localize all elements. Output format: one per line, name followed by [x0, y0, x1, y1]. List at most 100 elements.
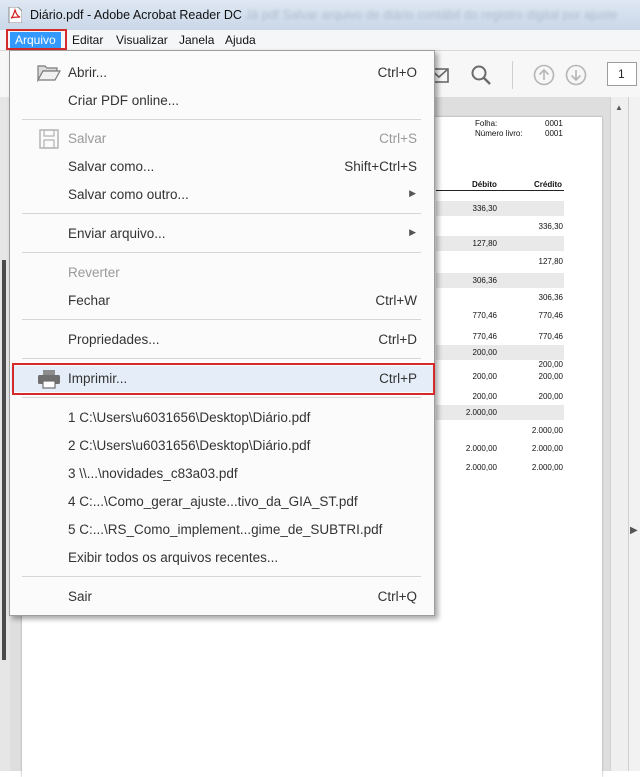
ledger-debito-value: 2.000,00 [465, 408, 497, 417]
menu-item-recent-4[interactable]: 4 C:...\Como_gerar_ajuste...tivo_da_GIA_… [11, 489, 433, 515]
menu-bar: Arquivo Editar Visualizar Janela Ajuda [0, 30, 640, 51]
imprimir-callout-box [12, 363, 435, 395]
menu-item-fechar[interactable]: Fechar Ctrl+W [11, 288, 433, 314]
expand-right-pane-icon[interactable]: ▶ [630, 525, 638, 536]
menu-separator [22, 397, 421, 398]
file-menu: Abrir... Ctrl+O Criar PDF online... Salv… [9, 50, 435, 616]
ledger-credito-value: 2.000,00 [531, 463, 563, 472]
menu-separator [22, 119, 421, 120]
folha-label: Folha: [475, 119, 498, 128]
menu-separator [22, 252, 421, 253]
menu-separator [22, 576, 421, 577]
fechar-label: Fechar [68, 293, 111, 308]
ledger-debito-value: 770,46 [472, 332, 497, 341]
salvar-shortcut: Ctrl+S [379, 131, 417, 146]
ledger-credito-value: 306,36 [538, 293, 563, 302]
menu-item-criar-pdf[interactable]: Criar PDF online... [11, 88, 433, 114]
recent-file-4: 4 C:...\Como_gerar_ajuste...tivo_da_GIA_… [68, 494, 358, 509]
criar-pdf-label: Criar PDF online... [68, 93, 180, 108]
ledger-credito-value: 200,00 [538, 392, 563, 401]
menu-separator [22, 319, 421, 320]
window-title-ghost: Já pdf Salvar arquivo de diário contábil… [245, 8, 618, 22]
page-number-input[interactable]: 1 [607, 62, 637, 86]
folha-value: 0001 [545, 119, 563, 128]
salvar-como-outro-label: Salvar como outro... [68, 187, 189, 202]
recent-file-2: 2 C:\Users\u6031656\Desktop\Diário.pdf [68, 438, 311, 453]
ledger-debito-value: 2.000,00 [465, 444, 497, 453]
ledger-credito-value: 200,00 [538, 372, 563, 381]
enviar-arquivo-label: Enviar arquivo... [68, 226, 166, 241]
ledger-credito-value: 127,80 [538, 257, 563, 266]
menu-item-salvar-como-outro[interactable]: Salvar como outro... ▶ [11, 182, 433, 208]
numero-livro-value: 0001 [545, 129, 563, 138]
menu-item-sair[interactable]: Sair Ctrl+Q [11, 584, 433, 610]
ledger-debito-value: 200,00 [472, 372, 497, 381]
menu-editar[interactable]: Editar [67, 32, 108, 48]
search-icon[interactable] [470, 64, 492, 86]
menu-separator [22, 358, 421, 359]
ledger-credito-value: 2.000,00 [531, 426, 563, 435]
page-down-icon[interactable] [565, 64, 587, 86]
menu-item-reverter[interactable]: Reverter [11, 260, 433, 286]
menu-item-recent-5[interactable]: 5 C:...\RS_Como_implement...gime_de_SUBT… [11, 517, 433, 543]
menu-ajuda[interactable]: Ajuda [220, 32, 261, 48]
menu-item-exibir-recentes[interactable]: Exibir todos os arquivos recentes... [11, 545, 433, 571]
ledger-credito-value: 336,30 [538, 222, 563, 231]
ledger-credito-value: 770,46 [538, 332, 563, 341]
save-icon [39, 129, 59, 149]
title-bar: Diário.pdf - Adobe Acrobat Reader DC Já … [0, 0, 640, 31]
menu-item-recent-1[interactable]: 1 C:\Users\u6031656\Desktop\Diário.pdf [11, 405, 433, 431]
col-credito-header: Crédito [534, 180, 562, 189]
menu-janela[interactable]: Janela [174, 32, 219, 48]
recent-file-5: 5 C:...\RS_Como_implement...gime_de_SUBT… [68, 522, 383, 537]
sair-label: Sair [68, 589, 93, 604]
salvar-label: Salvar [68, 131, 107, 146]
ledger-debito-value: 200,00 [472, 392, 497, 401]
abrir-label: Abrir... [68, 65, 108, 80]
scroll-up-icon[interactable]: ▲ [615, 103, 623, 112]
reverter-label: Reverter [68, 265, 120, 280]
salvar-como-label: Salvar como... [68, 159, 155, 174]
toolbar-separator [512, 61, 513, 89]
menu-item-abrir[interactable]: Abrir... Ctrl+O [11, 60, 433, 86]
left-edge-bar [2, 260, 6, 660]
ledger-debito-value: 306,36 [472, 276, 497, 285]
propriedades-label: Propriedades... [68, 332, 160, 347]
recent-file-1: 1 C:\Users\u6031656\Desktop\Diário.pdf [68, 410, 311, 425]
arquivo-callout-box [6, 29, 67, 50]
col-debito-header: Débito [472, 180, 497, 189]
ledger-debito-value: 2.000,00 [465, 463, 497, 472]
ledger-debito-value: 770,46 [472, 311, 497, 320]
acrobat-pdf-icon [8, 7, 22, 23]
menu-item-propriedades[interactable]: Propriedades... Ctrl+D [11, 327, 433, 353]
menu-item-salvar-como[interactable]: Salvar como... Shift+Ctrl+S [11, 154, 433, 180]
right-pane-collapse[interactable]: ▶ [628, 97, 640, 771]
window-title: Diário.pdf - Adobe Acrobat Reader DC [30, 8, 242, 22]
header-rule [436, 190, 564, 191]
menu-visualizar[interactable]: Visualizar [111, 32, 173, 48]
menu-item-salvar[interactable]: Salvar Ctrl+S [11, 126, 433, 152]
page-up-icon[interactable] [533, 64, 555, 86]
propriedades-shortcut: Ctrl+D [378, 332, 417, 347]
sair-shortcut: Ctrl+Q [377, 589, 417, 604]
fechar-shortcut: Ctrl+W [375, 293, 417, 308]
ledger-debito-value: 127,80 [472, 239, 497, 248]
menu-separator [22, 213, 421, 214]
submenu-arrow-icon: ▶ [409, 227, 416, 237]
folder-open-icon [37, 65, 61, 83]
menu-item-recent-3[interactable]: 3 \\...\novidades_c83a03.pdf [11, 461, 433, 487]
abrir-shortcut: Ctrl+O [377, 65, 417, 80]
ledger-credito-value: 200,00 [538, 360, 563, 369]
ledger-debito-value: 336,30 [472, 204, 497, 213]
menu-item-enviar-arquivo[interactable]: Enviar arquivo... ▶ [11, 221, 433, 247]
vertical-scrollbar[interactable]: ▲ [610, 97, 629, 771]
ledger-credito-value: 770,46 [538, 311, 563, 320]
submenu-arrow-icon: ▶ [409, 188, 416, 198]
numero-livro-label: Número livro: [475, 129, 523, 138]
salvar-como-shortcut: Shift+Ctrl+S [344, 159, 417, 174]
ledger-credito-value: 2.000,00 [531, 444, 563, 453]
menu-item-recent-2[interactable]: 2 C:\Users\u6031656\Desktop\Diário.pdf [11, 433, 433, 459]
recent-file-3: 3 \\...\novidades_c83a03.pdf [68, 466, 238, 481]
ledger-debito-value: 200,00 [472, 348, 497, 357]
exibir-recentes-label: Exibir todos os arquivos recentes... [68, 550, 279, 565]
